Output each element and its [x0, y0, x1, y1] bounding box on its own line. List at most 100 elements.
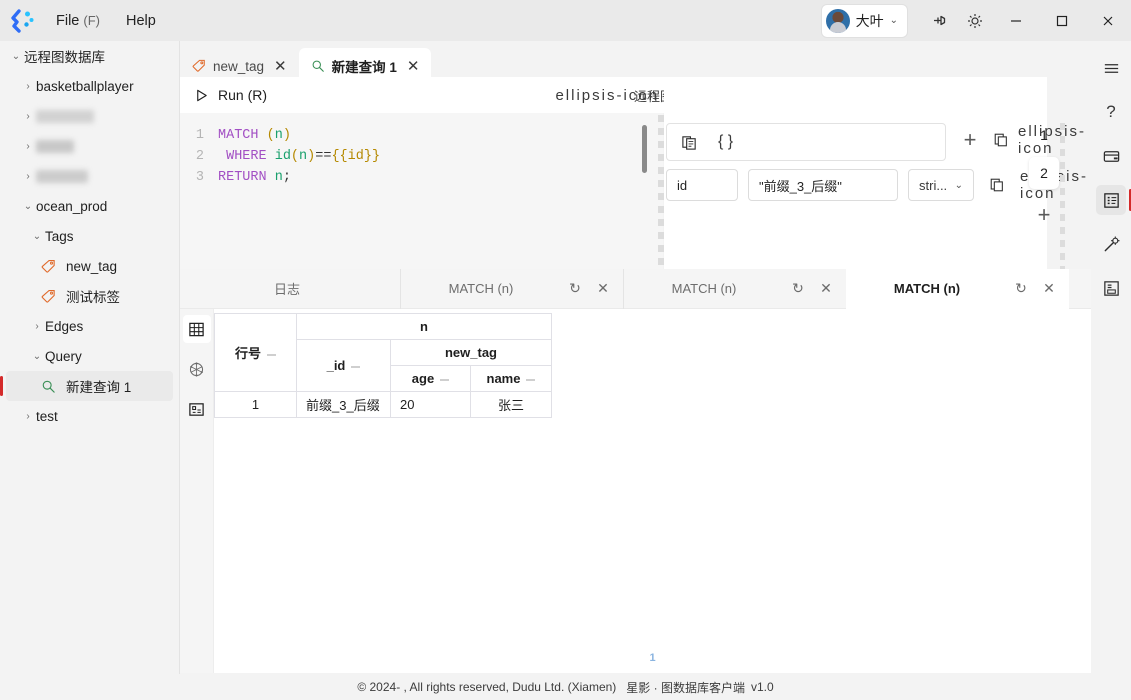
run-button[interactable]: Run (R): [180, 87, 267, 103]
refresh-icon[interactable]: ↻: [784, 280, 812, 297]
parameter-page-add[interactable]: +: [1029, 199, 1059, 231]
chevron-right-icon[interactable]: ›: [20, 81, 36, 92]
parameter-name-value: id: [677, 177, 688, 193]
editor-scrollbar[interactable]: [642, 125, 647, 173]
parameter-page-1[interactable]: 1: [1029, 119, 1059, 151]
parameter-name-input[interactable]: id: [666, 169, 738, 201]
tree-view-icon[interactable]: [183, 395, 211, 423]
main-area: new_tag ✕ 新建查询 1 ✕ Run (R) ellipsis-icon: [180, 41, 1131, 700]
sidebar-item-edges[interactable]: › Edges: [0, 311, 179, 341]
status-bar: © 2024- , All rights reserved, Dudu Ltd.…: [0, 674, 1131, 700]
sidebar-item-tags[interactable]: ⌄ Tags: [0, 221, 179, 251]
sidebar-item-root[interactable]: ⌄ 远程图数据库: [0, 41, 179, 71]
parameter-json-box[interactable]: { }: [666, 123, 946, 161]
sidebar-item-basketballplayer[interactable]: › basketballplayer: [0, 71, 179, 101]
parameter-value-input[interactable]: "前缀_3_后缀": [748, 169, 898, 201]
chevron-down-icon[interactable]: ⌄: [29, 351, 45, 362]
right-icon-rail: ?: [1091, 41, 1131, 700]
sidebar-item-hidden-3[interactable]: ›: [0, 161, 179, 191]
copy-icon[interactable]: [988, 127, 1014, 153]
graph-view-icon[interactable]: [183, 355, 211, 383]
close-icon[interactable]: ✕: [812, 280, 840, 297]
column-resize-grip[interactable]: [440, 378, 450, 381]
close-icon[interactable]: ✕: [271, 57, 290, 75]
copy-document-icon[interactable]: [681, 134, 698, 151]
chevron-right-icon[interactable]: ›: [20, 141, 36, 152]
cell-row-number: 1: [214, 391, 297, 418]
results-tab-match-3[interactable]: MATCH (n) ↻ ✕: [846, 268, 1069, 309]
line-number: 3: [195, 170, 204, 185]
chevron-right-icon[interactable]: ›: [20, 411, 36, 422]
close-icon[interactable]: ✕: [404, 57, 423, 75]
gear-icon[interactable]: [957, 4, 993, 37]
results-tab-match-2[interactable]: MATCH (n) ↻ ✕: [623, 268, 846, 309]
sidebar-item-hidden-1[interactable]: ›: [0, 101, 179, 131]
tag-icon: [38, 289, 58, 304]
chevron-right-icon[interactable]: ›: [20, 111, 36, 122]
user-name: 大叶: [855, 12, 884, 29]
results-tab-log[interactable]: 日志: [180, 269, 400, 309]
table-row[interactable]: 1 前缀_3_后缀 20 张三: [214, 391, 552, 418]
close-icon[interactable]: ✕: [1035, 280, 1063, 297]
column-resize-grip[interactable]: [351, 365, 361, 368]
sidebar-item-label: new_tag: [66, 258, 118, 274]
column-resize-grip[interactable]: [526, 378, 536, 381]
sidebar-item-hidden-2[interactable]: ›: [0, 131, 179, 161]
sidebar-item-query[interactable]: ⌄ Query: [0, 341, 179, 371]
play-icon: [194, 88, 209, 103]
add-parameter-button[interactable]: +: [956, 126, 984, 154]
braces-icon[interactable]: { }: [718, 133, 733, 151]
parameter-type-value: stri...: [919, 177, 948, 193]
minimize-button[interactable]: [993, 0, 1039, 41]
list-panel-icon[interactable]: [1096, 185, 1131, 215]
parameter-copy-icon[interactable]: [984, 172, 1010, 198]
maximize-button[interactable]: [1039, 0, 1085, 41]
user-menu[interactable]: 大叶 ⌄: [821, 4, 907, 37]
sidebar-item-label: 远程图数据库: [24, 50, 105, 65]
magic-wand-icon[interactable]: [1096, 229, 1126, 259]
results-grid[interactable]: 行号 n _id new_tag age name 1 前缀_3_后缀 20 张…: [214, 309, 1091, 673]
refresh-icon[interactable]: ↻: [1007, 280, 1035, 297]
cell-age: 20: [390, 391, 471, 418]
chevron-right-icon[interactable]: ›: [29, 321, 45, 332]
refresh-icon[interactable]: ↻: [561, 280, 589, 297]
sidebar-item-label-redacted: [36, 169, 88, 183]
sidebar-tree[interactable]: ⌄ 远程图数据库 › basketballplayer › › › ⌄ ocea…: [0, 41, 180, 700]
parameter-type-select[interactable]: stri... ⌄: [908, 169, 974, 201]
card-panel-icon[interactable]: [1096, 141, 1126, 171]
editor-toolbar: Run (R) ellipsis-icon: [180, 77, 663, 113]
cell-name: 张三: [470, 391, 552, 418]
header-row-number[interactable]: 行号: [214, 313, 297, 392]
sidebar-item-test-tag[interactable]: 测试标签: [0, 281, 179, 311]
pin-icon[interactable]: [921, 4, 957, 37]
chevron-down-icon[interactable]: ⌄: [8, 51, 24, 62]
sidebar-item-ocean_prod[interactable]: ⌄ ocean_prod: [0, 191, 179, 221]
table-view-icon[interactable]: [182, 315, 211, 343]
chevron-down-icon[interactable]: ⌄: [29, 231, 45, 242]
document-panel-icon[interactable]: [1096, 273, 1126, 303]
close-icon[interactable]: ✕: [589, 280, 617, 297]
chevron-down-icon[interactable]: ⌄: [20, 201, 36, 212]
table-body: 1 前缀_3_后缀 20 张三: [214, 391, 552, 418]
menu-help[interactable]: Help: [116, 9, 166, 33]
close-button[interactable]: [1085, 0, 1131, 41]
results-tab-label: MATCH (n): [671, 281, 737, 296]
sidebar-item-label-redacted: [36, 109, 94, 123]
sidebar-item-label: Edges: [45, 318, 84, 334]
help-question-icon[interactable]: ?: [1096, 97, 1126, 127]
code-content[interactable]: 1 MATCH (n) 2 WHERE id(n)=={{id}} 3 RETU…: [180, 113, 663, 188]
header-col-age[interactable]: age: [390, 365, 471, 392]
results-tab-bar: 日志 MATCH (n) ↻ ✕ MATCH (n) ↻ ✕ MATCH (n)…: [180, 268, 1091, 309]
column-resize-grip[interactable]: [267, 353, 276, 356]
hamburger-menu-icon[interactable]: [1096, 53, 1126, 83]
sidebar-item-new_tag[interactable]: new_tag: [0, 251, 179, 281]
sidebar-item-new-query-1[interactable]: 新建查询 1: [0, 371, 173, 401]
chevron-right-icon[interactable]: ›: [20, 171, 36, 182]
header-col-name[interactable]: name: [470, 365, 552, 392]
sidebar-item-test[interactable]: › test: [0, 401, 179, 431]
menu-file[interactable]: File (F): [46, 9, 110, 33]
parameter-page-2[interactable]: 2: [1029, 157, 1059, 189]
header-col-id[interactable]: _id: [296, 339, 391, 392]
results-tab-match-1[interactable]: MATCH (n) ↻ ✕: [400, 268, 623, 309]
pagination-current-page[interactable]: 1: [649, 652, 655, 664]
